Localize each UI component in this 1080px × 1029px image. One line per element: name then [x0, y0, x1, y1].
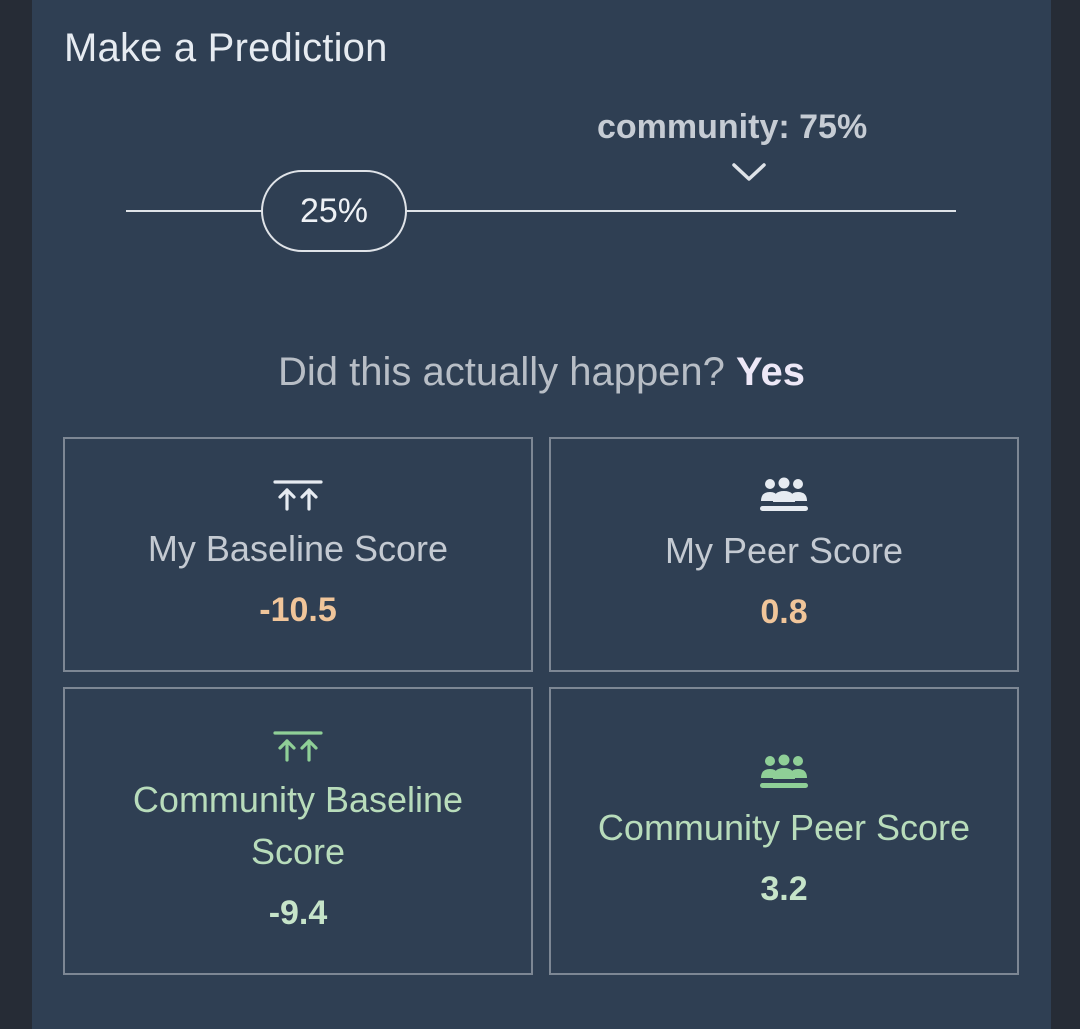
- users-group-icon: [760, 754, 808, 788]
- resolution-question-text: Did this actually happen?: [277, 350, 725, 394]
- community-peer-score-card: Community Peer Score 3.2: [549, 687, 1019, 975]
- baseline-arrows-icon: [273, 730, 323, 762]
- community-prediction-label: community: 75%: [597, 108, 868, 146]
- my-baseline-score-card: My Baseline Score -10.5: [63, 437, 533, 672]
- prediction-slider-thumb[interactable]: 25%: [261, 170, 407, 252]
- panel-title: Make a Prediction: [64, 26, 388, 70]
- community-peer-score-label: Community Peer Score: [597, 806, 971, 848]
- resolution-answer: Yes: [736, 350, 806, 394]
- community-baseline-score-card: Community Baseline Score -9.4: [63, 687, 533, 975]
- community-baseline-score-label: Community Baseline Score: [132, 778, 464, 872]
- community-peer-score-value: 3.2: [760, 869, 808, 908]
- resolution-question: Did this actually happen? Yes: [32, 350, 1051, 395]
- baseline-arrows-icon: [273, 480, 323, 511]
- community-baseline-score-value: -9.4: [268, 893, 328, 932]
- chevron-down-icon: [732, 163, 766, 181]
- users-group-icon: [760, 477, 808, 511]
- my-peer-score-value: 0.8: [760, 593, 808, 631]
- my-baseline-score-value: -10.5: [259, 591, 337, 629]
- prediction-slider-track[interactable]: [126, 210, 956, 212]
- prediction-panel: Make a Prediction community: 75% 25% Did…: [32, 0, 1051, 1029]
- my-peer-score-label: My Peer Score: [664, 530, 904, 571]
- my-peer-score-card: My Peer Score 0.8: [549, 437, 1019, 672]
- my-baseline-score-label: My Baseline Score: [147, 528, 449, 569]
